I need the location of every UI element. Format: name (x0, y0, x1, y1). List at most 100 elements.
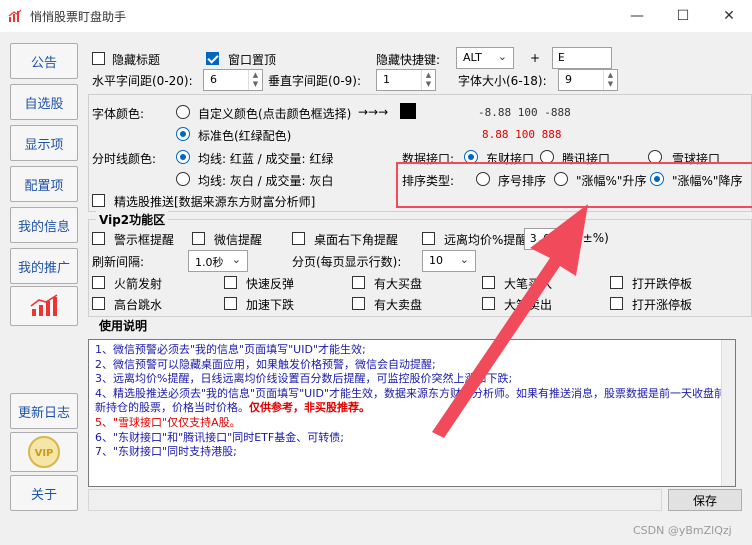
window-title: 悄悄股票盯盘助手 (30, 10, 127, 24)
hide-hotkey-label: 隐藏快捷键: (376, 53, 441, 67)
app-logo-icon (8, 9, 22, 22)
v-spacing-value: 1 (383, 73, 390, 86)
page-label: 分页(每页显示行数): (292, 255, 402, 269)
h-spacing-label: 水平字间距(0-20): (92, 74, 193, 88)
vip-badge-text: VIP (35, 448, 54, 459)
timeline-opt1-label: 均线: 红蓝 / 成交量: 红绿 (198, 152, 334, 166)
window-top-checkbox[interactable] (206, 52, 219, 65)
sidebar-item-display[interactable]: 显示项 (10, 125, 78, 161)
hotkey-modifier-dropdown[interactable]: ALT ⌄ (456, 47, 514, 69)
sidebar-item-my-info[interactable]: 我的信息 (10, 207, 78, 243)
alert-box-label: 警示框提醒 (114, 233, 175, 247)
standard-color-sample: 8.88 100 888 (482, 128, 562, 141)
sidebar-item-watchlist[interactable]: 自选股 (10, 84, 78, 120)
wechat-alert-label: 微信提醒 (214, 233, 263, 247)
big-sell-order-label: 有大卖盘 (374, 298, 423, 312)
hide-title-checkbox[interactable] (92, 52, 105, 65)
desktop-alert-checkbox[interactable] (292, 232, 305, 245)
sidebar-item-config[interactable]: 配置项 (10, 166, 78, 202)
sidebar-item-chart[interactable] (10, 286, 78, 326)
hotkey-key-input[interactable]: E (552, 47, 612, 69)
wechat-alert-checkbox[interactable] (192, 232, 205, 245)
push-label: 精选股推送[数据来源东方财富分析师] (114, 195, 316, 209)
font-color-label: 字体颜色: (92, 107, 145, 121)
hotkey-plus: + (530, 51, 541, 65)
chevron-down-icon: ⌄ (497, 50, 507, 63)
timeline-color-label: 分时线颜色: (92, 152, 157, 166)
accel-drop-checkbox[interactable] (224, 297, 237, 310)
high-dive-label: 高台跳水 (114, 298, 163, 312)
font-size-label: 字体大小(6-18): (458, 74, 547, 88)
spin-arrows-icon[interactable]: ▲ ▼ (248, 70, 262, 90)
spin-arrows-icon[interactable]: ▲ ▼ (603, 70, 617, 90)
fast-rebound-checkbox[interactable] (224, 276, 237, 289)
spin-arrows-icon[interactable]: ▲ ▼ (421, 70, 435, 90)
note-warning: 仅供参考，非买股推荐。 (249, 401, 370, 415)
note-line: 3、远离均价%提醒，日线远离均价线设置百分数后提醒，可监控股价突然上涨和下跌; (95, 372, 513, 386)
vip2-title: Vip2功能区 (96, 211, 169, 228)
chevron-down-icon: ⌄ (231, 253, 241, 266)
big-sell-order-checkbox[interactable] (352, 297, 365, 310)
h-spacing-spinner[interactable]: 6 ▲ ▼ (203, 69, 263, 91)
v-spacing-label: 垂直字间距(0-9): (268, 74, 362, 88)
note-line: 1、微信预警必须去"我的信息"页面填写"UID"才能生效; (95, 343, 366, 356)
title-bar: 悄悄股票盯盘助手 — ☐ ✕ (0, 0, 752, 32)
notes-scrollbar[interactable] (721, 340, 735, 486)
desktop-alert-label: 桌面右下角提醒 (314, 233, 399, 247)
note-line: 7、"东财接口"同时支持港股; (95, 445, 237, 459)
open-limit-up-label: 打开涨停板 (632, 298, 693, 312)
v-spacing-spinner[interactable]: 1 ▲ ▼ (376, 69, 436, 91)
color-swatch[interactable] (400, 103, 416, 119)
note-line: 4、精选股推送必须去"我的信息"页面填写"UID"才能生效，数据来源东方财富分析… (95, 387, 729, 416)
annotation-arrow-icon (432, 204, 588, 438)
watermark: CSDN @yBmZlQzj (633, 524, 732, 537)
arrow-right-icon: →→→ (358, 105, 389, 119)
note-text: 4、精选股推送必须去"我的信息"页面填写"UID"才能生效，数据来源东方财富分析… (95, 386, 725, 415)
accel-drop-label: 加速下跌 (246, 298, 295, 312)
font-color-custom-radio[interactable] (176, 105, 190, 119)
status-strip (88, 489, 662, 511)
minimize-button[interactable]: — (614, 0, 660, 32)
custom-color-sample: -8.88 100 -888 (478, 106, 571, 119)
close-button[interactable]: ✕ (706, 0, 752, 32)
font-color-standard-label: 标准色(红绿配色) (198, 129, 292, 143)
sidebar-item-vip[interactable]: VIP (10, 432, 78, 472)
rocket-launch-label: 火箭发射 (114, 277, 163, 291)
alert-box-checkbox[interactable] (92, 232, 105, 245)
sidebar-item-about[interactable]: 关于 (10, 475, 78, 511)
refresh-dropdown[interactable]: 1.0秒 ⌄ (188, 250, 248, 272)
big-buy-order-checkbox[interactable] (352, 276, 365, 289)
font-size-value: 9 (565, 73, 572, 86)
note-line: 2、微信预警可以隐藏桌面应用，如果触发价格预警，微信会自动提醒; (95, 357, 436, 371)
h-spacing-value: 6 (210, 73, 217, 86)
font-color-custom-label: 自定义颜色(点击颜色框选择) (198, 107, 352, 121)
fast-rebound-label: 快速反弹 (246, 277, 295, 291)
timeline-opt1-radio[interactable] (176, 150, 190, 164)
maximize-button[interactable]: ☐ (660, 0, 706, 32)
push-checkbox[interactable] (92, 194, 105, 207)
open-limit-down-label: 打开跌停板 (632, 277, 693, 291)
font-size-spinner[interactable]: 9 ▲ ▼ (558, 69, 618, 91)
note-line: 5、"雪球接口"仅仅支持A股。 (95, 415, 241, 429)
usage-title: 使用说明 (96, 317, 151, 334)
hotkey-modifier-value: ALT (463, 51, 482, 64)
timeline-opt2-radio[interactable] (176, 172, 190, 186)
sidebar: 公告 自选股 显示项 配置项 我的信息 我的推广 更新日志 VIP 关于 (0, 32, 88, 545)
refresh-value: 1.0秒 (195, 256, 224, 269)
sidebar-item-announcement[interactable]: 公告 (10, 43, 78, 79)
window-top-label: 窗口置顶 (228, 53, 277, 67)
note-line: 6、"东财接口"和"腾讯接口"同时ETF基金、可转债; (95, 430, 344, 444)
high-dive-checkbox[interactable] (92, 297, 105, 310)
signal-bars-icon (30, 294, 58, 316)
sidebar-item-promotion[interactable]: 我的推广 (10, 248, 78, 284)
font-color-standard-radio[interactable] (176, 127, 190, 141)
save-button[interactable]: 保存 (668, 489, 742, 511)
refresh-label: 刷新间隔: (92, 255, 145, 269)
timeline-opt2-label: 均线: 灰白 / 成交量: 灰白 (198, 174, 334, 188)
big-buy-order-label: 有大买盘 (374, 277, 423, 291)
hide-title-label: 隐藏标题 (112, 53, 161, 67)
vip-badge-icon: VIP (28, 436, 60, 468)
sidebar-item-changelog[interactable]: 更新日志 (10, 393, 78, 429)
rocket-launch-checkbox[interactable] (92, 276, 105, 289)
usage-notes[interactable]: 1、微信预警必须去"我的信息"页面填写"UID"才能生效; 2、微信预警可以隐藏… (88, 339, 736, 487)
